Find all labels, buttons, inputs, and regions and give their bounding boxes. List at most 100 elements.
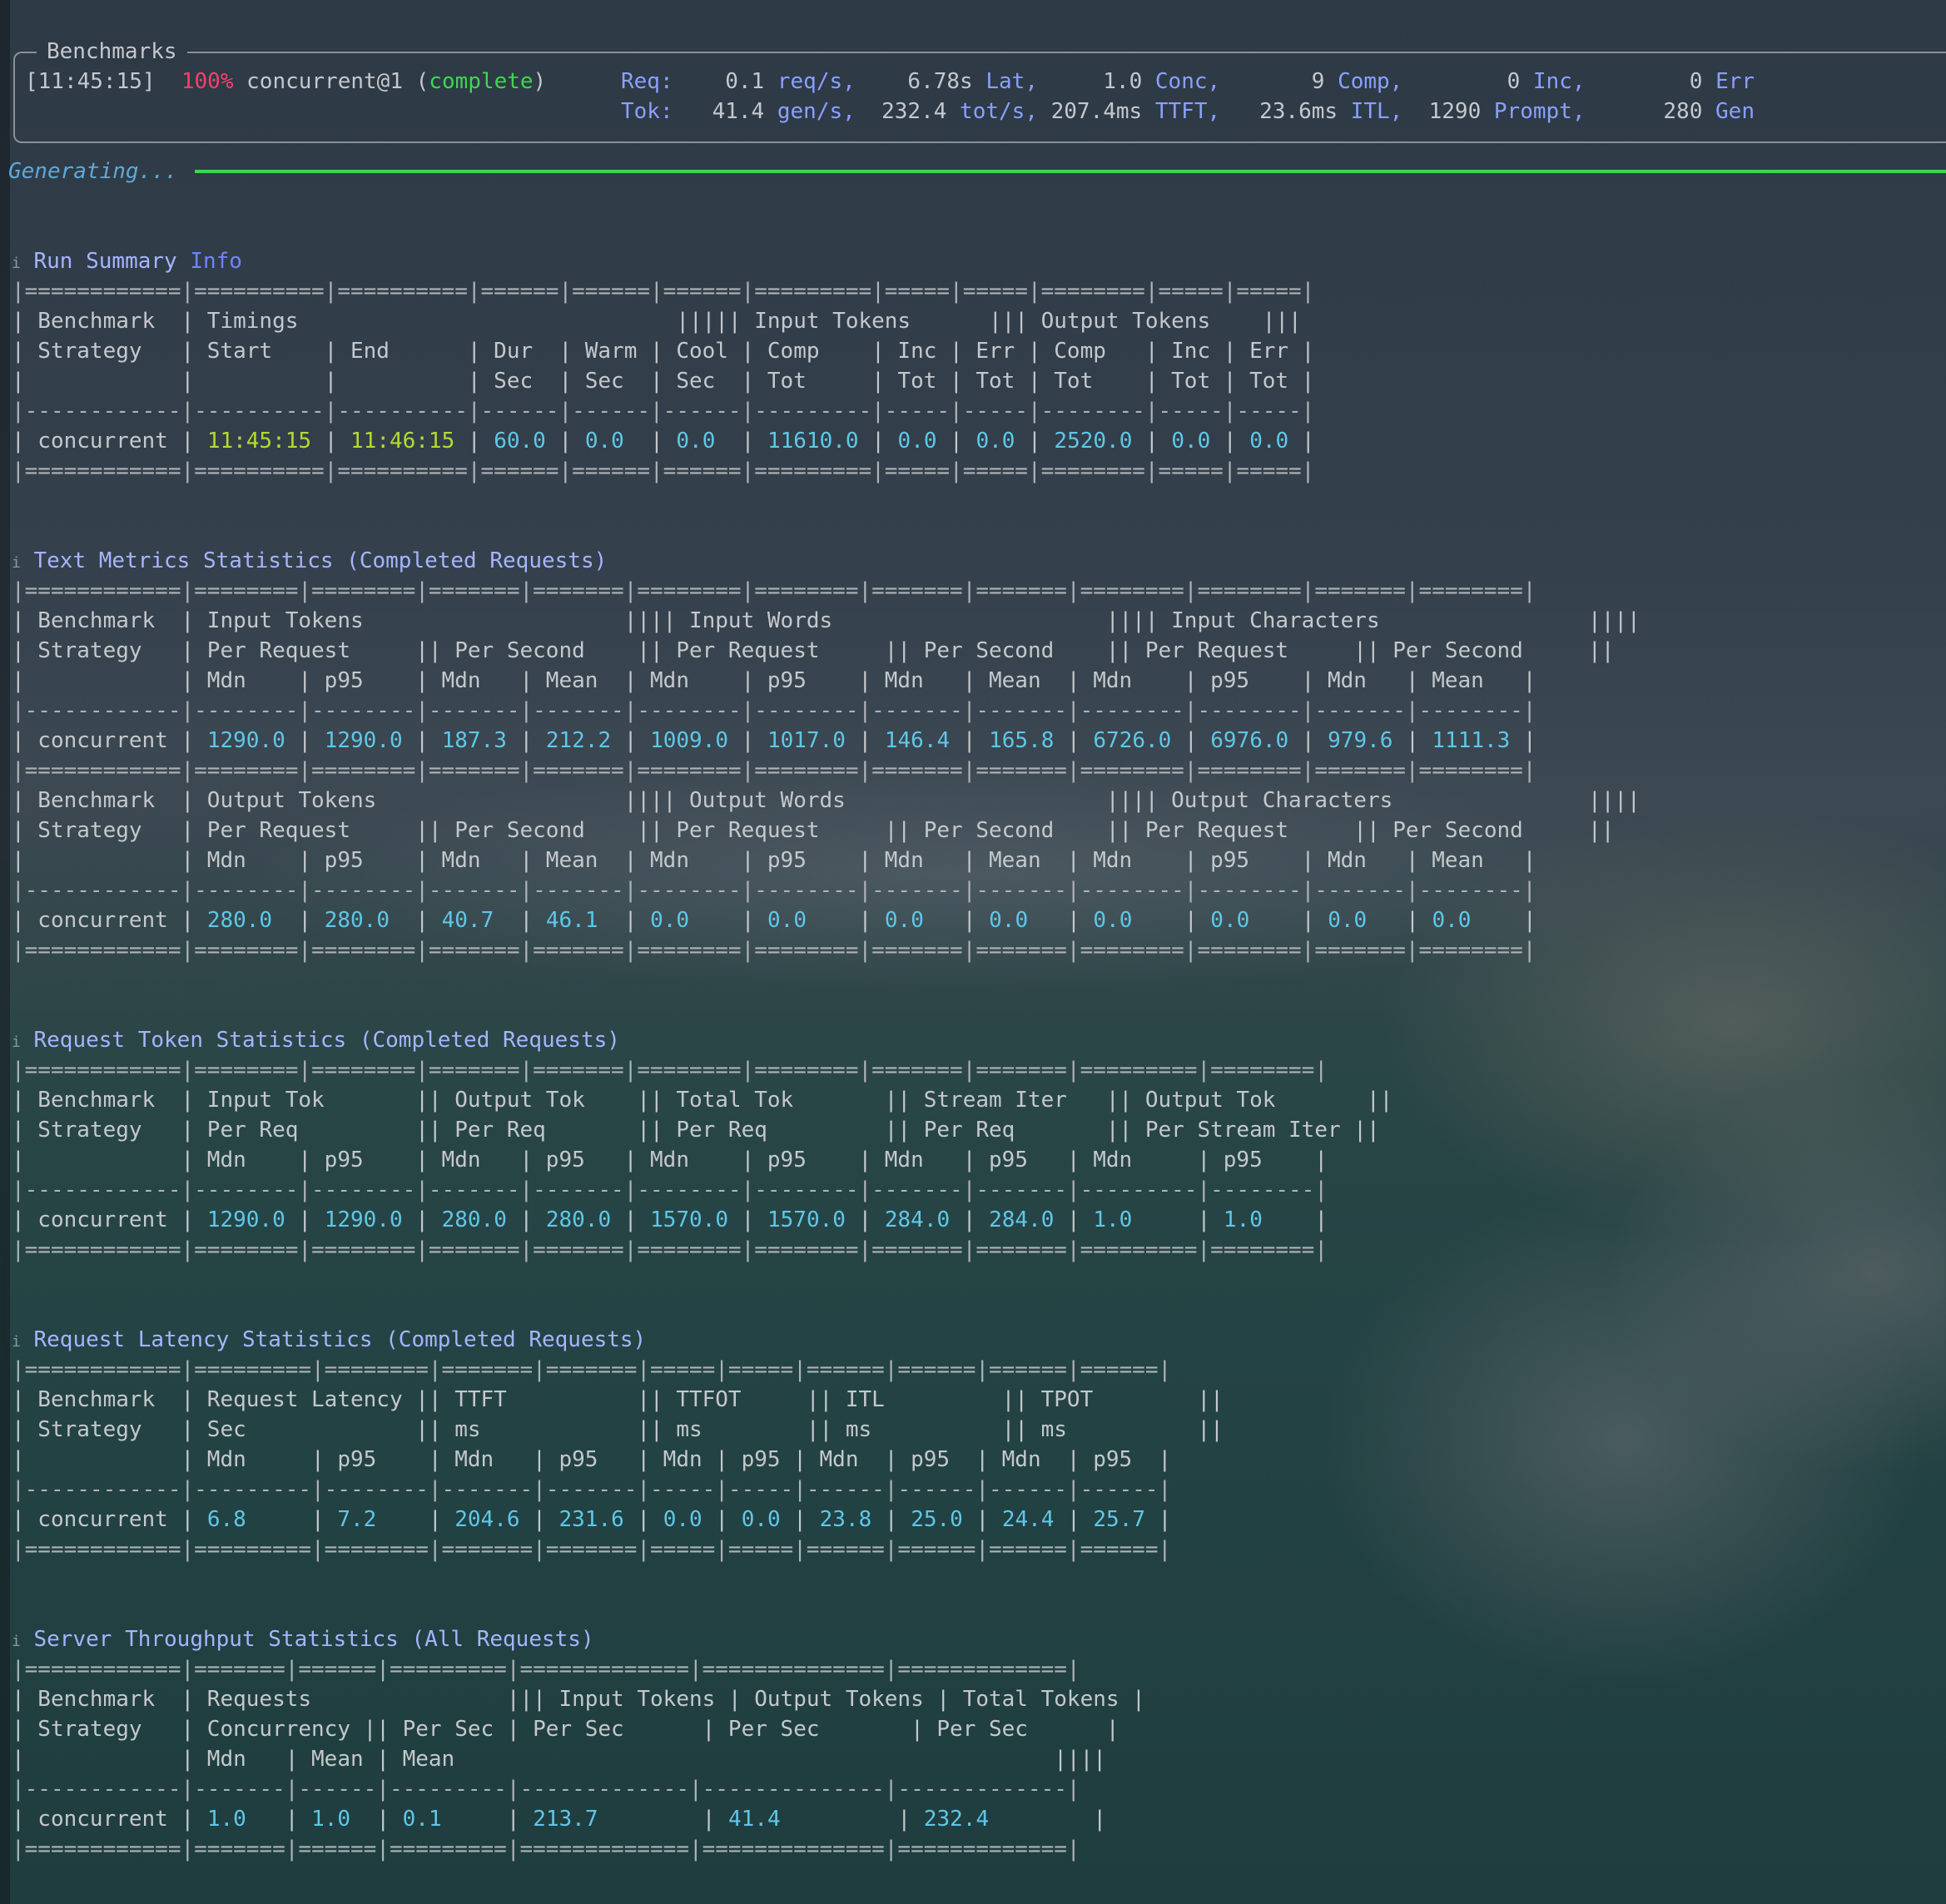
table-cell: 0.0 [767,908,807,933]
table-border: |============|=========|========|=======… [12,1357,1172,1382]
prompt-unit: Prompt, [1493,99,1586,124]
table-cell: 231.6 [558,1507,624,1532]
info-icon: i [12,255,21,272]
request-latency-title: Request Latency Statistics (Completed Re… [33,1327,647,1352]
table-border: |============|=======|======|=========|=… [12,1837,1080,1862]
gen-unit: Gen [1715,99,1755,124]
gen-rate-unit: gen/s, [777,99,856,124]
comp-value: 9 [1311,69,1325,94]
header-percent: 100% [181,69,234,94]
table-divider: |------------|-------|------|---------|-… [12,1777,1080,1802]
info-icon: i [12,1633,21,1650]
table-divider: |------------|--------|--------|-------|… [12,1178,1328,1202]
table-border: |============|========|========|=======|… [12,1237,1328,1262]
table-cell: 284.0 [989,1207,1055,1232]
progress-bar [195,170,1946,173]
header-row-1: [11:45:15] 100% concurrent@1 (complete) [25,69,547,94]
table-header-row: | | Mdn | Mean | Mean |||| [12,1747,1106,1772]
table-cell: 1290.0 [206,728,285,753]
table-cell: 23.8 [819,1507,872,1532]
table-header-row: | | Mdn | p95 | Mdn | Mean | Mdn | p95 |… [12,848,1536,873]
comp-unit: Comp, [1338,69,1403,94]
itl-value: 23.6ms [1259,99,1338,124]
table-cell: 0.0 [1249,429,1289,454]
table-cell: 187.3 [441,728,507,753]
conc-unit: Conc, [1154,69,1221,94]
table-border: |============|========|========|=======|… [12,1058,1328,1083]
table-cell: 25.7 [1093,1507,1146,1532]
terminal: Benchmarks [11:45:15] 100% concurrent@1 … [0,0,1946,1904]
server-throughput-title: Server Throughput Statistics (All Reques… [33,1627,594,1652]
table-cell: 284.0 [884,1207,951,1232]
table-divider: |------------|--------|--------|-------|… [12,698,1536,723]
table-cell: 0.1 [402,1807,442,1832]
header-tok-stats: Tok: 41.4 gen/s, 232.4 tot/s, 207.4ms TT… [621,97,1755,126]
table-border: |============|==========|==========|====… [12,459,1315,483]
table-border: |============|========|========|=======|… [12,938,1536,963]
table-cell: 1290.0 [324,1207,403,1232]
lat-value: 6.78s [907,69,973,94]
table-cell: 24.4 [1001,1507,1055,1532]
table-cell: 0.0 [1328,908,1368,933]
lat-unit: Lat, [985,69,1038,94]
table-cell: 0.0 [584,429,624,454]
gen-rate: 41.4 [712,99,765,124]
table-row: | concurrent | 1290.0 | 1290.0 | 280.0 |… [12,1207,1328,1232]
table-header-row: | | Mdn | p95 | Mdn | p95 | Mdn | p95 | … [12,1447,1172,1472]
table-header-row: | Strategy | Per Req || Per Req || Per R… [12,1118,1380,1143]
table-row: | concurrent | 1.0 | 1.0 | 0.1 | 213.7 |… [12,1807,1107,1832]
table-cell: 1570.0 [650,1207,729,1232]
table-cell: 46.1 [545,908,598,933]
tok-label: Tok: [621,99,673,124]
table-cell: 280.0 [441,1207,507,1232]
table-cell: 6.8 [206,1507,246,1532]
inc-value: 0 [1507,69,1521,94]
table-cell: 979.6 [1328,728,1393,753]
table-header-row: | Benchmark | Timings ||||| Input Tokens… [12,309,1302,334]
info-icon: i [12,554,21,572]
text-metrics-title: Text Metrics Statistics (Completed Reque… [33,548,608,573]
table-divider: |------------|--------|--------|-------|… [12,878,1536,903]
table-row: | concurrent | 1290.0 | 1290.0 | 187.3 |… [12,728,1536,753]
table-border: |============|==========|==========|====… [12,279,1315,304]
table-row: | concurrent | 11:45:15 | 11:46:15 | 60.… [12,429,1315,454]
table-cell: 1.0 [206,1807,246,1832]
err-value: 0 [1689,69,1703,94]
ttft-value: 207.4ms [1050,99,1143,124]
req-rate: 0.1 [725,69,765,94]
table-divider: |------------|----------|----------|----… [12,399,1315,424]
table-cell: 232.4 [923,1807,990,1832]
info-icon: i [12,1333,21,1351]
table-cell: 0.0 [897,429,937,454]
table-row: | concurrent | 6.8 | 7.2 | 204.6 | 231.6… [12,1507,1172,1532]
table-cell: 204.6 [454,1507,520,1532]
table-cell: 0.0 [741,1507,781,1532]
table-cell: 6726.0 [1093,728,1172,753]
table-cell: 0.0 [975,429,1015,454]
table-header-row: | Benchmark | Input Tokens |||| Input Wo… [12,608,1641,633]
inc-unit: Inc, [1532,69,1586,94]
info-icon: i [12,1034,21,1051]
table-cell: 0.0 [663,1507,702,1532]
table-cell: 0.0 [1432,908,1472,933]
table-header-row: | Strategy | Per Request || Per Second |… [12,818,1615,843]
header-req-stats: Req: 0.1 req/s, 6.78s Lat, 1.0 Conc, 9 C… [621,67,1755,97]
run-summary-title-suffix: Info [190,249,242,274]
err-unit: Err [1715,69,1755,94]
end-time: 11:46:15 [350,429,455,454]
table-cell: 1009.0 [650,728,729,753]
benchmarks-box-title: Benchmarks [37,37,187,67]
run-summary-heading: i Run Summary Info [12,246,242,276]
table-header-row: | Strategy | Sec || ms || ms || ms || ms… [12,1417,1224,1442]
table-cell: 0.0 [1093,908,1133,933]
table-cell: 212.2 [545,728,612,753]
table-cell: 1.0 [311,1807,351,1832]
table-cell: 0.0 [989,908,1029,933]
table-cell: 1.0 [1093,1207,1133,1232]
table-header-row: | Strategy | Start | End | Dur | Warm | … [12,339,1315,364]
table-cell: 1111.3 [1432,728,1511,753]
header-strategy: concurrent@1 [246,69,403,94]
table-cell: 280.0 [324,908,390,933]
tot-rate: 232.4 [881,99,947,124]
table-header-row: | | Mdn | p95 | Mdn | Mean | Mdn | p95 |… [12,668,1536,693]
